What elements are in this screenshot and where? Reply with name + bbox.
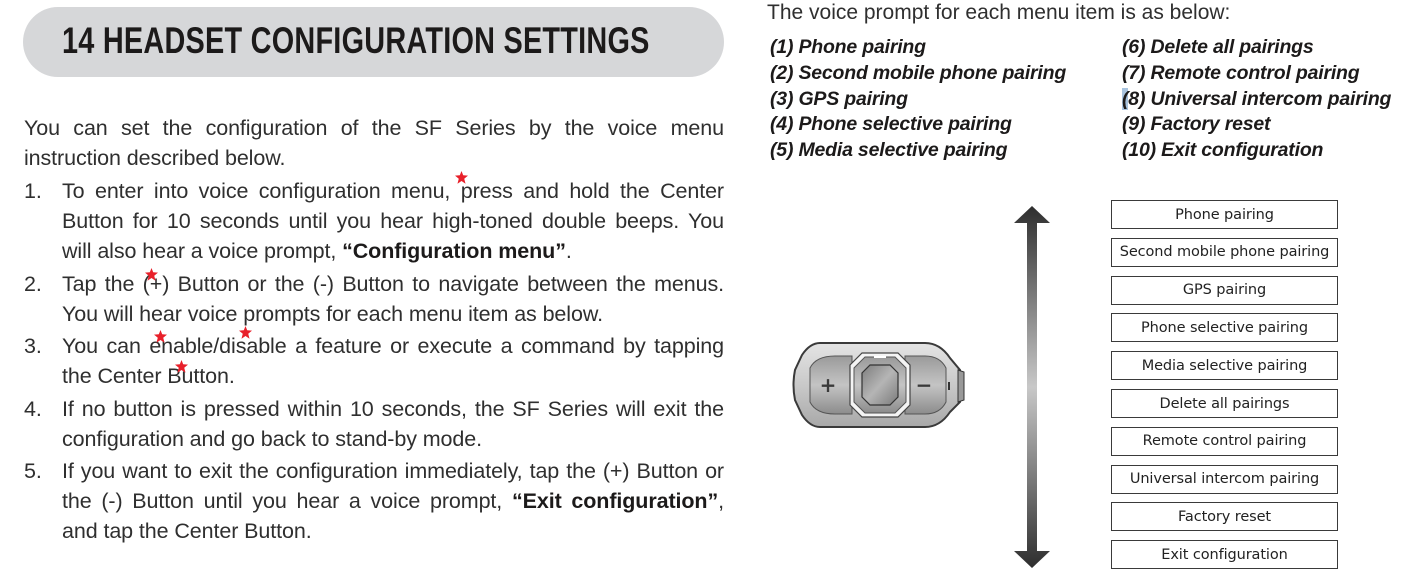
instruction-step: 5. If you want to exit the configuration …	[24, 456, 724, 546]
voice-prompt-item: (9) Factory reset	[1122, 113, 1271, 136]
voice-prompt-list-left: (1) Phone pairing (2) Second mobile phon…	[770, 35, 1066, 164]
instruction-step: 2. Tap the (+) Button or the (-) Button t…	[24, 269, 724, 329]
step-number: 4.	[24, 396, 42, 421]
step-text: .	[565, 239, 572, 263]
minus-icon: −	[916, 373, 933, 397]
step-number: 1.	[24, 179, 42, 203]
menu-item-box: GPS pairing	[1111, 275, 1338, 305]
plus-icon: +	[820, 373, 837, 397]
section-title: 14 HEADSET CONFIGURATION SETTINGS	[62, 20, 650, 61]
headset-device-illustration: + −	[792, 342, 965, 428]
menu-item-box: Remote control pairing	[1111, 426, 1338, 456]
voice-prompt-intro: The voice prompt for each menu item is a…	[767, 1, 1231, 24]
voice-prompt-item: (6) Delete all pairings	[1122, 36, 1314, 58]
step-number: 5.	[24, 459, 42, 483]
voice-prompt-item: (3) GPS pairing	[770, 87, 908, 110]
instruction-steps-list: 1. To enter into voice configuration menu…	[24, 176, 724, 549]
voice-prompt-item: (10) Exit configuration	[1122, 139, 1324, 162]
text-selection-highlight: (	[1122, 87, 1129, 110]
menu-item-box: Factory reset	[1111, 502, 1338, 532]
center-button	[861, 364, 899, 406]
voice-prompt-item: (8) Universal intercom pairing	[1122, 87, 1392, 110]
voice-prompt-list-right: (6) Delete all pairings (7) Remote contr…	[1122, 35, 1391, 164]
menu-item-box: Media selective pairing	[1111, 351, 1338, 381]
intro-paragraph: You can set the configuration of the SF …	[24, 116, 724, 170]
voice-prompt-item: (4) Phone selective pairing	[770, 113, 1012, 136]
menu-item-box: Exit configuration	[1111, 540, 1338, 570]
menu-item-box: Phone pairing	[1111, 200, 1338, 229]
voice-prompt-item: (5) Media selective pairing	[770, 139, 1008, 162]
menu-item-box: Second mobile phone pairing	[1111, 237, 1338, 267]
annotation-star-icon	[154, 330, 167, 343]
menu-item-box: Delete all pairings	[1111, 389, 1338, 418]
voice-prompt-item: (1) Phone pairing	[770, 36, 926, 58]
annotation-star-icon	[175, 360, 188, 373]
voice-prompt-quote: “Exit configuration”	[511, 489, 719, 513]
menu-item-box: Universal intercom pairing	[1111, 464, 1338, 494]
step-text: If no button is pressed within 10 second…	[62, 396, 724, 451]
step-number: 3.	[24, 334, 42, 358]
instruction-step: 4. If no button is pressed within 10 seco…	[24, 394, 724, 454]
step-number: 2.	[24, 271, 42, 296]
voice-prompt-item: (2) Second mobile phone pairing	[770, 61, 1067, 84]
voice-prompt-quote: “Configuration menu”	[342, 239, 566, 263]
voice-prompt-item: (7) Remote control pairing	[1122, 61, 1360, 84]
step-text: Tap the (+) Button or the (-) Button to …	[62, 271, 724, 326]
instruction-step: 3. You can enable/disable a feature or ex…	[24, 331, 724, 391]
menu-item-box: Phone selective pairing	[1111, 313, 1338, 343]
annotation-star-icon	[145, 268, 158, 281]
annotation-star-icon	[239, 326, 252, 339]
double-arrow-icon	[1014, 206, 1050, 568]
instruction-step: 1. To enter into voice configuration menu…	[24, 176, 724, 266]
annotation-star-icon	[455, 171, 468, 184]
